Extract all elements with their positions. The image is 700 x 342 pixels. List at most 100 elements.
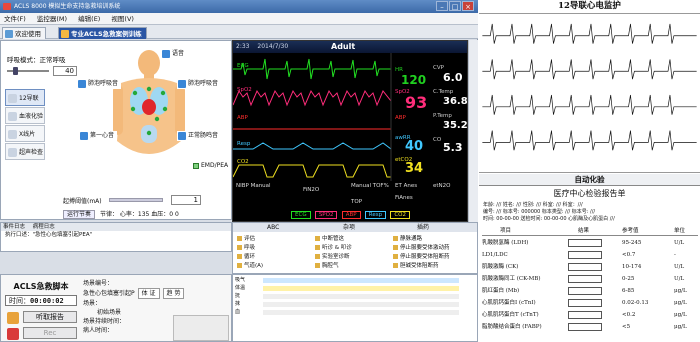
co2-label: CO2 bbox=[237, 159, 249, 165]
record-icon bbox=[7, 328, 19, 340]
legend-co2[interactable]: CO2 bbox=[390, 211, 411, 219]
spo2-waveform bbox=[233, 89, 392, 107]
lab-result-box[interactable] bbox=[568, 239, 602, 247]
co-value: 5.3 bbox=[443, 141, 463, 154]
voice-button[interactable]: 语音 bbox=[161, 49, 188, 59]
menu-edit[interactable]: 编辑(E) bbox=[78, 15, 100, 23]
lab-result-box[interactable] bbox=[568, 287, 602, 295]
tool-drug-3[interactable]: 胆碱受体阻断药 bbox=[393, 261, 439, 269]
menu-file[interactable]: 文件(F) bbox=[4, 15, 26, 23]
lab-reference: 6-85 bbox=[622, 288, 635, 294]
emd-pea-checkbox[interactable]: EMD/PEA bbox=[193, 162, 228, 169]
lab-item-name: 心肌肌钙蛋白I (cTnI) bbox=[482, 300, 536, 306]
ultrasound-icon bbox=[8, 148, 17, 157]
lab-unit: U/L bbox=[674, 276, 685, 282]
lab-result-box[interactable] bbox=[568, 263, 602, 271]
pacing-threshold-slider[interactable] bbox=[109, 198, 163, 202]
close-icon[interactable]: × bbox=[462, 1, 474, 11]
bowel-sound-label: 正常肠鸣音 bbox=[188, 132, 219, 139]
lab-unit: μg/L bbox=[674, 288, 687, 294]
record-button[interactable]: Rec bbox=[23, 327, 77, 339]
lab-result-box[interactable] bbox=[568, 275, 602, 283]
left-breath-sound[interactable]: 肺泡呼吸音 bbox=[77, 79, 122, 89]
menu-monitor[interactable]: 监控器(M) bbox=[37, 15, 67, 23]
maximize-icon[interactable]: □ bbox=[449, 1, 461, 11]
bowel-sound[interactable]: 正常肠鸣音 bbox=[177, 131, 222, 141]
run-rhythm-button[interactable]: 运行节奏 bbox=[63, 210, 96, 219]
tool-pneumothorax[interactable]: 胸腔气 bbox=[315, 261, 339, 269]
pacing-threshold-label: 起搏阈值(mA) bbox=[63, 198, 102, 205]
ptemp-label: P.Temp bbox=[433, 113, 452, 119]
etco2-value: 34 bbox=[405, 161, 424, 176]
tool-drug-2[interactable]: 停止服要受体阻断药 bbox=[393, 252, 450, 260]
nav-ultrasound[interactable]: 超声检查 bbox=[5, 143, 45, 160]
case-label: 场景编号： bbox=[83, 280, 114, 287]
menu-view[interactable]: 视图(V) bbox=[111, 15, 134, 23]
manual-tof: Manual TOF% bbox=[351, 183, 389, 189]
tool-breathing[interactable]: 呼吸 bbox=[237, 243, 255, 251]
heart-sound[interactable]: 第一心音 bbox=[79, 131, 118, 141]
timer-label: 时间： bbox=[9, 297, 30, 305]
lab-reference: 95-245 bbox=[622, 240, 642, 246]
et-anes: ET Anes bbox=[395, 183, 418, 189]
scene-duration-label: 场景持续时间： bbox=[83, 318, 126, 325]
rhythm-controls: 运行节奏 节律： 心率：135 血压：0 0 bbox=[63, 209, 233, 219]
lab-result-box[interactable] bbox=[568, 311, 602, 319]
tab-abc[interactable]: ABC bbox=[267, 223, 279, 232]
waveform-legend: ECG SPO2 ABP Resp CO2 bbox=[291, 210, 412, 219]
timer-value: 00:00:02 bbox=[30, 297, 64, 305]
tab-welcome[interactable]: 欢迎使用 bbox=[2, 27, 46, 39]
resp-label: Resp bbox=[237, 141, 251, 147]
listen-report-button[interactable]: 听取报告 bbox=[23, 311, 77, 323]
tool-lab[interactable]: 实验室诊断 bbox=[315, 252, 350, 260]
tool-assess[interactable]: 评估 bbox=[237, 234, 255, 242]
report-panel: 12导联心电监护 自动化验 医疗中心检验报告单 年龄: /// 姓名: /// … bbox=[479, 0, 700, 342]
xray-icon bbox=[8, 130, 17, 139]
right-breath-sound[interactable]: 肺泡呼吸音 bbox=[177, 79, 222, 89]
tab-event-log[interactable]: 事件日志 bbox=[3, 224, 25, 230]
lab-row: 肌酸激酶 (CK) 10-174 U/L bbox=[482, 262, 698, 272]
emd-pea-label: EMD/PEA bbox=[201, 162, 229, 169]
lab-row: 心肌肌钙蛋白I (cTnI) 0.02-0.13 μg/L bbox=[482, 298, 698, 308]
tool-auscultation[interactable]: 听诊 & 叩诊 bbox=[315, 243, 352, 251]
legend-ecg[interactable]: ECG bbox=[291, 211, 311, 219]
scrollbar[interactable] bbox=[468, 40, 478, 222]
nav-12-lead-ecg[interactable]: 12导联心电监护 bbox=[5, 89, 45, 119]
tab-drugs[interactable]: 插药 bbox=[417, 223, 429, 232]
tool-drug-1[interactable]: 停止服要受体激动药 bbox=[393, 243, 450, 251]
minimize-icon[interactable]: – bbox=[436, 1, 448, 11]
breathing-rate-input[interactable]: 40 bbox=[53, 66, 77, 76]
patient-type: Adult bbox=[331, 42, 356, 51]
pacing-threshold-input[interactable]: 1 bbox=[171, 195, 201, 205]
etn2o-label: etN2O bbox=[433, 183, 451, 189]
tool-airway[interactable]: 气道(A) bbox=[237, 261, 263, 269]
ptemp-value: 35.2 bbox=[443, 120, 468, 131]
lab-item-name: 肌酸激酶同工 (CK-MB) bbox=[482, 276, 541, 282]
bp-diastolic-readout: 0 bbox=[175, 211, 179, 218]
tool-interrupt[interactable]: 中断管这 bbox=[315, 234, 344, 242]
trend-button[interactable]: 趋 势 bbox=[162, 288, 185, 299]
tab-welcome-label: 欢迎使用 bbox=[15, 30, 41, 38]
tool-iv-access[interactable]: 静脉通路 bbox=[393, 234, 422, 242]
star-icon bbox=[61, 30, 69, 38]
legend-abp[interactable]: ABP bbox=[341, 211, 361, 219]
tab-course-log[interactable]: 病程日志 bbox=[33, 224, 55, 230]
tab-acls-training[interactable]: 专业ACLS急救案例训练 bbox=[58, 27, 147, 39]
tool-circulation[interactable]: 循环 bbox=[237, 252, 255, 260]
home-icon bbox=[5, 30, 13, 38]
rhythm-label: 节律： bbox=[99, 211, 118, 218]
slider-knob[interactable] bbox=[13, 67, 18, 75]
tab-misc[interactable]: 杂项 bbox=[343, 223, 355, 232]
patient-monitor: 2:33 2014/7/30 Adult ECG SpO2 ABP Resp C… bbox=[232, 40, 468, 222]
nav-xray[interactable]: X线片 bbox=[5, 125, 45, 142]
breathing-rate-control[interactable]: 40 bbox=[7, 66, 77, 76]
patient-body-illustration[interactable] bbox=[111, 49, 187, 167]
nav-blood-test[interactable]: 血液化验 bbox=[5, 107, 45, 124]
lab-result-box[interactable] bbox=[568, 299, 602, 307]
legend-resp[interactable]: Resp bbox=[364, 211, 387, 219]
lab-result-box[interactable] bbox=[568, 251, 602, 259]
legend-spo2[interactable]: SPO2 bbox=[314, 211, 338, 219]
top-label: TOP bbox=[351, 199, 363, 205]
exam-button[interactable]: 体 证 bbox=[137, 288, 160, 299]
lab-result-box[interactable] bbox=[568, 323, 602, 331]
